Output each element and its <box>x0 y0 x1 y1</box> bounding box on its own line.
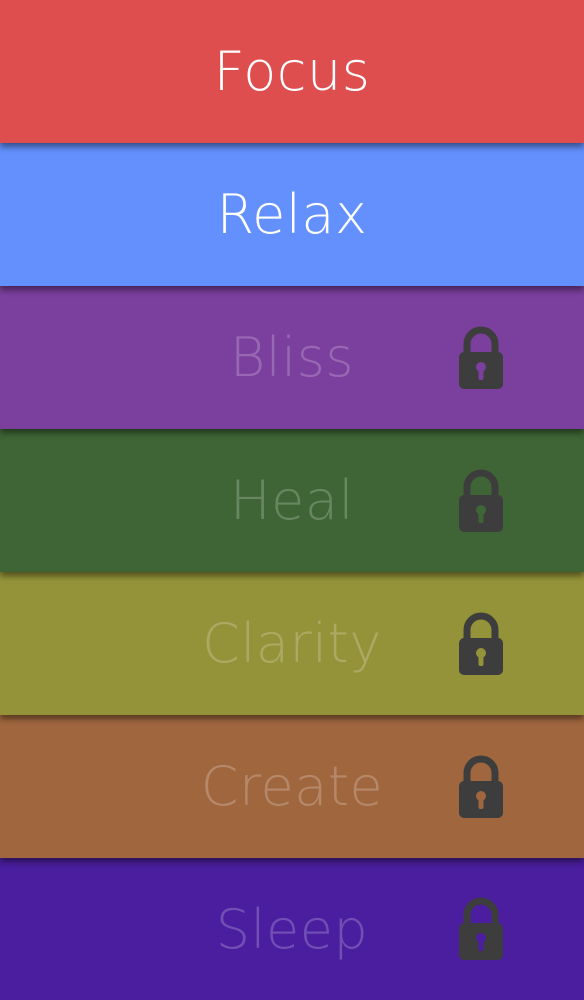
category-row-relax[interactable]: Relax <box>0 143 584 286</box>
lock-icon <box>459 469 503 532</box>
category-label: Sleep <box>215 897 369 961</box>
lock-icon <box>459 755 503 818</box>
category-row-focus[interactable]: Focus <box>0 0 584 143</box>
category-label: Clarity <box>202 612 382 675</box>
category-label: Heal <box>230 469 354 532</box>
category-label: Relax <box>216 183 368 246</box>
lock-icon <box>459 326 503 389</box>
category-label: Focus <box>213 40 371 103</box>
category-row-sleep[interactable]: Sleep <box>0 858 584 1000</box>
category-row-heal[interactable]: Heal <box>0 429 584 572</box>
category-row-bliss[interactable]: Bliss <box>0 286 584 429</box>
category-row-clarity[interactable]: Clarity <box>0 572 584 715</box>
category-label: Bliss <box>229 326 355 389</box>
category-row-create[interactable]: Create <box>0 715 584 858</box>
category-label: Create <box>200 755 384 818</box>
category-list: Focus Relax Bliss Heal Clarity Create Sl… <box>0 0 584 1000</box>
lock-icon <box>459 897 503 960</box>
lock-icon <box>459 612 503 675</box>
